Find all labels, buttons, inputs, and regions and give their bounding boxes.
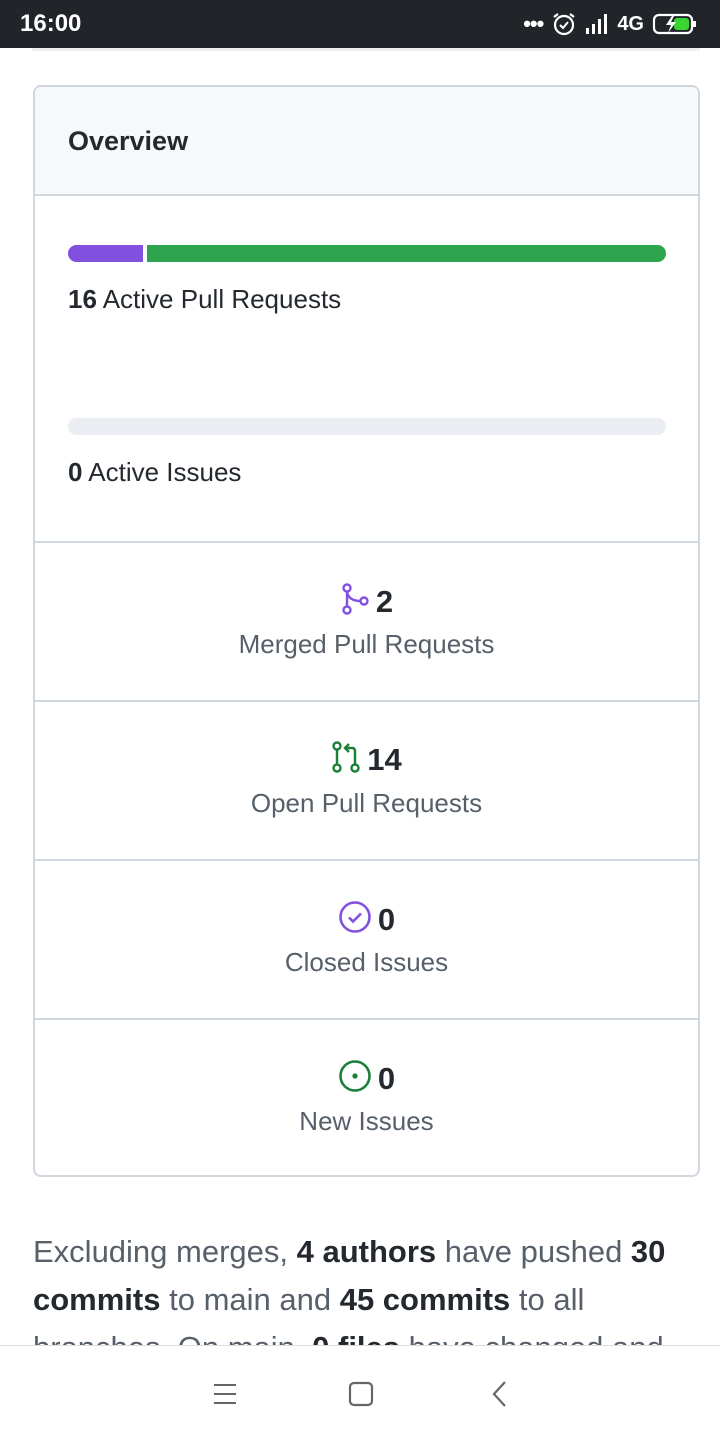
commit-summary: Excluding merges, 4 authors have pushed … bbox=[33, 1228, 693, 1346]
status-time: 16:00 bbox=[20, 10, 82, 37]
summary-text: have changed and bbox=[400, 1330, 664, 1346]
active-pull-requests[interactable]: 16 Active Pull Requests bbox=[68, 284, 341, 314]
merged-pull-requests-stat[interactable]: 2 Merged Pull Requests bbox=[35, 541, 698, 700]
top-divider bbox=[32, 48, 700, 51]
pull-requests-progress-bar bbox=[68, 245, 666, 262]
closed-issues-stat[interactable]: 0 Closed Issues bbox=[35, 859, 698, 1018]
overview-header: Overview bbox=[35, 87, 698, 196]
more-dots-icon: ••• bbox=[523, 11, 544, 36]
stat-value-row: 0 bbox=[35, 1059, 698, 1098]
summary-text: to main and bbox=[160, 1282, 340, 1317]
summary-files: 0 files bbox=[312, 1330, 400, 1346]
summary-authors: 4 authors bbox=[296, 1234, 437, 1269]
status-bar: 16:00 ••• 4G bbox=[0, 0, 720, 48]
git-merge-icon bbox=[340, 582, 370, 621]
active-pull-requests-count: 16 bbox=[68, 284, 97, 314]
active-issues-label: Active Issues bbox=[88, 457, 242, 487]
stat-value-row: 0 bbox=[35, 900, 698, 939]
open-segment bbox=[146, 245, 666, 262]
summary-text: Excluding merges, bbox=[33, 1234, 297, 1269]
signal-icon bbox=[585, 13, 609, 35]
open-pull-requests-stat[interactable]: 14 Open Pull Requests bbox=[35, 700, 698, 859]
merged-pull-requests-value: 2 bbox=[375, 583, 394, 619]
closed-issues-value: 0 bbox=[377, 901, 396, 937]
active-pull-requests-label: Active Pull Requests bbox=[102, 284, 342, 314]
issue-closed-icon bbox=[338, 900, 372, 939]
menu-icon[interactable] bbox=[205, 1374, 245, 1414]
active-issues[interactable]: 0 Active Issues bbox=[68, 457, 241, 487]
battery-charging-icon bbox=[652, 12, 698, 36]
navigation-bar bbox=[0, 1345, 720, 1440]
home-square-icon[interactable] bbox=[341, 1374, 381, 1414]
new-issues-value: 0 bbox=[377, 1060, 396, 1096]
new-issues-label: New Issues bbox=[299, 1106, 434, 1136]
overview-title: Overview bbox=[68, 126, 189, 156]
open-pull-requests-value: 14 bbox=[367, 741, 402, 777]
stat-value-row: 14 bbox=[35, 741, 698, 778]
open-pull-requests-label: Open Pull Requests bbox=[250, 788, 483, 818]
issues-progress-bar bbox=[68, 418, 666, 435]
stat-value-row: 2 bbox=[35, 582, 698, 621]
back-chevron-icon[interactable] bbox=[480, 1374, 520, 1414]
new-issues-stat[interactable]: 0 New Issues bbox=[35, 1018, 698, 1175]
git-pull-request-icon bbox=[331, 741, 361, 778]
summary-commits-all: 45 commits bbox=[339, 1282, 511, 1317]
network-label: 4G bbox=[617, 12, 644, 35]
status-icons: ••• 4G bbox=[523, 10, 698, 38]
overview-card: Overview 16 Active Pull Requests 0 Activ… bbox=[33, 85, 700, 1177]
summary-text: have pushed bbox=[436, 1234, 631, 1269]
issue-opened-icon bbox=[338, 1059, 372, 1098]
merged-segment bbox=[68, 245, 143, 262]
active-issues-count: 0 bbox=[68, 457, 83, 487]
merged-pull-requests-label: Merged Pull Requests bbox=[238, 629, 495, 659]
closed-issues-label: Closed Issues bbox=[284, 947, 449, 977]
alarm-icon bbox=[551, 11, 577, 37]
